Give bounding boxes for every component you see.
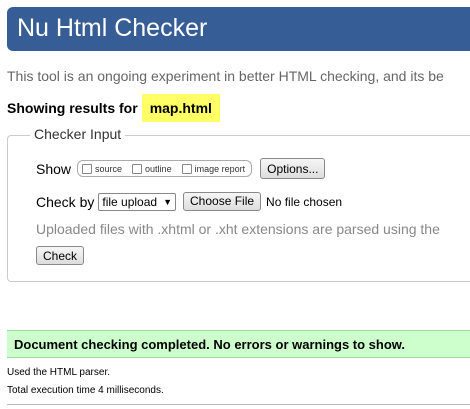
check-by-select-value: file upload <box>102 194 158 209</box>
show-row: Show source outline image report Options… <box>36 158 326 179</box>
divider <box>7 404 470 405</box>
page-banner: Nu Html Checker <box>7 7 470 51</box>
check-by-label: Check by <box>36 193 95 210</box>
check-button[interactable]: Check <box>36 246 85 265</box>
source-checkbox[interactable] <box>82 163 93 174</box>
image-report-checkbox[interactable] <box>181 163 192 174</box>
uploaded-note: Uploaded files with .xhtml or .xht exten… <box>36 221 440 237</box>
choose-file-button[interactable]: Choose File <box>183 192 262 211</box>
execution-time: Total execution time 4 milliseconds. <box>7 385 164 396</box>
success-message-text: Document checking completed. No errors o… <box>14 337 406 352</box>
show-label: Show <box>36 160 72 177</box>
parser-info: Used the HTML parser. <box>7 367 111 378</box>
showing-results: Showing results for map.html <box>7 93 220 123</box>
option-image-report[interactable]: image report <box>181 163 246 174</box>
option-outline[interactable]: outline <box>132 163 172 174</box>
checker-input-fieldset: Checker Input Show source outline image … <box>7 126 470 282</box>
intro-text: This tool is an ongoing experiment in be… <box>7 68 444 84</box>
outline-checkbox[interactable] <box>132 163 143 174</box>
check-by-row: Check by file upload ▼ Choose File No fi… <box>36 192 342 211</box>
option-source[interactable]: source <box>82 163 123 174</box>
page-title: Nu Html Checker <box>17 14 208 42</box>
success-message: Document checking completed. No errors o… <box>7 330 470 358</box>
checker-input-legend: Checker Input <box>30 126 126 142</box>
showing-label: Showing results for <box>7 100 138 116</box>
outline-label: outline <box>145 163 172 174</box>
chevron-down-icon: ▼ <box>163 196 172 207</box>
no-file-text: No file chosen <box>266 194 343 209</box>
filename-highlight: map.html <box>141 94 220 122</box>
source-label: source <box>95 163 123 174</box>
options-button[interactable]: Options... <box>260 158 326 179</box>
image-report-label: image report <box>194 163 246 174</box>
check-by-select[interactable]: file upload ▼ <box>98 192 176 211</box>
show-options-group: source outline image report <box>77 160 253 177</box>
